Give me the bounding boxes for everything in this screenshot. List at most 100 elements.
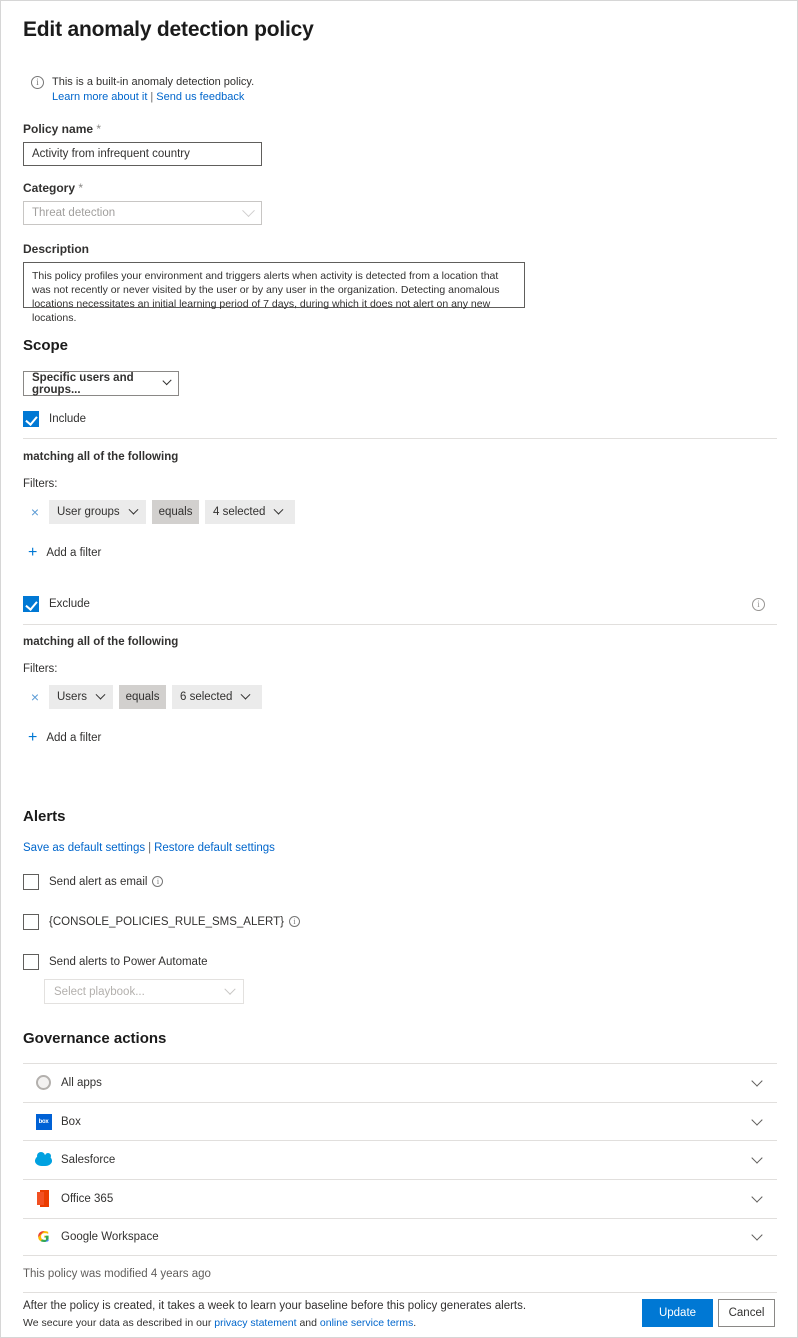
builtin-note-text: This is a built-in anomaly detection pol… (52, 76, 255, 88)
policy-name-input[interactable]: Activity from infrequent country (23, 142, 262, 166)
description-value: This policy profiles your environment an… (32, 270, 500, 324)
include-checkbox[interactable] (23, 411, 39, 427)
governance-heading: Governance actions (23, 1030, 167, 1047)
chevron-down-icon[interactable] (751, 1152, 763, 1164)
category-label-text: Category (23, 181, 76, 195)
governance-row-label: Box (61, 1115, 81, 1128)
chevron-down-icon[interactable] (751, 1229, 763, 1241)
restore-default-settings-link[interactable]: Restore default settings (154, 842, 275, 854)
exclude-filter-row: × Users equals 6 selected (27, 685, 262, 709)
include-matching-text: matching all of the following (23, 451, 179, 463)
governance-row-all-apps[interactable]: All apps (23, 1063, 777, 1102)
chevron-down-icon (224, 983, 236, 995)
send-alert-email-checkbox[interactable] (23, 874, 39, 890)
policy-name-label: Policy name * (23, 122, 101, 136)
governance-row-label: Salesforce (61, 1154, 116, 1167)
category-label: Category * (23, 181, 83, 195)
scope-heading: Scope (23, 337, 69, 354)
online-service-terms-link[interactable]: online service terms (320, 1317, 413, 1329)
governance-row-salesforce[interactable]: Salesforce (23, 1140, 777, 1179)
chevron-down-icon (95, 689, 106, 700)
policy-modified-text: This policy was modified 4 years ago (23, 1268, 211, 1280)
governance-row-google-workspace[interactable]: G Google Workspace (23, 1217, 777, 1257)
sms-alert-label: {CONSOLE_POLICIES_RULE_SMS_ALERT} i (49, 916, 301, 928)
playbook-select[interactable]: Select playbook... (44, 979, 244, 1004)
cancel-button[interactable]: Cancel (718, 1299, 775, 1327)
power-automate-row[interactable]: Send alerts to Power Automate (23, 954, 208, 970)
remove-filter-icon[interactable]: × (27, 505, 43, 519)
governance-row-label: Google Workspace (61, 1231, 159, 1244)
exclude-filter-value-text: 6 selected (180, 691, 233, 703)
policy-name-value: Activity from infrequent country (32, 148, 190, 160)
chevron-down-icon (242, 203, 255, 217)
playbook-placeholder-text: Select playbook... (54, 985, 145, 998)
remove-filter-icon[interactable]: × (27, 690, 43, 704)
all-apps-icon (35, 1074, 52, 1091)
governance-row-office365[interactable]: Office 365 (23, 1179, 777, 1218)
description-textarea[interactable]: This policy profiles your environment an… (23, 262, 525, 324)
include-checkbox-row[interactable]: Include (23, 411, 86, 427)
include-filter-field[interactable]: User groups (49, 500, 146, 524)
plus-icon: + (28, 729, 38, 746)
chevron-down-icon (240, 689, 251, 700)
exclude-filter-field[interactable]: Users (49, 685, 113, 709)
governance-row-box[interactable]: box Box (23, 1101, 777, 1141)
plus-icon: + (28, 544, 38, 561)
google-workspace-icon: G (37, 1227, 50, 1246)
edit-policy-page: Edit anomaly detection policy i This is … (0, 0, 798, 1338)
exclude-filters-label: Filters: (23, 663, 58, 675)
send-alert-email-label-text: Send alert as email (49, 876, 148, 888)
sms-alert-checkbox[interactable] (23, 914, 39, 930)
include-filter-value-text: 4 selected (213, 506, 266, 518)
governance-row-label: All apps (61, 1076, 102, 1089)
footer-privacy-mid: and (296, 1317, 320, 1329)
include-filters-label: Filters: (23, 478, 58, 490)
exclude-add-filter-button[interactable]: + Add a filter (28, 730, 101, 746)
builtin-policy-note: i This is a built-in anomaly detection p… (31, 75, 254, 105)
send-alert-email-label: Send alert as email i (49, 876, 164, 888)
builtin-note-lines: This is a built-in anomaly detection pol… (52, 75, 254, 105)
chevron-down-icon[interactable] (751, 1191, 763, 1203)
alerts-default-links: Save as default settings | Restore default… (23, 842, 275, 854)
exclude-label: Exclude (49, 598, 90, 610)
include-filter-value[interactable]: 4 selected (205, 500, 295, 524)
sms-alert-row[interactable]: {CONSOLE_POLICIES_RULE_SMS_ALERT} i (23, 914, 301, 930)
alerts-links-divider: | (148, 842, 152, 854)
page-title: Edit anomaly detection policy (23, 18, 314, 41)
learn-more-link[interactable]: Learn more about it (52, 91, 147, 103)
power-automate-checkbox[interactable] (23, 954, 39, 970)
privacy-statement-link[interactable]: privacy statement (214, 1317, 296, 1329)
send-alert-email-row[interactable]: Send alert as email i (23, 874, 164, 890)
footer-divider (23, 1292, 777, 1293)
exclude-filter-value[interactable]: 6 selected (172, 685, 262, 709)
policy-name-label-text: Policy name (23, 122, 94, 136)
update-button[interactable]: Update (642, 1299, 713, 1327)
governance-rows: All apps box Box Salesforce Office 365 G… (23, 1063, 777, 1257)
save-default-settings-link[interactable]: Save as default settings (23, 842, 145, 854)
exclude-checkbox[interactable] (23, 596, 39, 612)
office365-icon (35, 1190, 52, 1208)
chevron-down-icon[interactable] (751, 1113, 763, 1126)
chevron-down-icon (128, 504, 139, 515)
include-filter-row: × User groups equals 4 selected (27, 500, 295, 524)
salesforce-icon (35, 1151, 52, 1169)
links-divider: | (150, 91, 154, 103)
include-add-filter-button[interactable]: + Add a filter (28, 545, 101, 561)
category-dropdown[interactable]: Threat detection (23, 201, 262, 225)
exclude-divider (23, 624, 777, 625)
info-icon[interactable]: i (289, 916, 301, 927)
info-icon[interactable]: i (152, 876, 164, 887)
box-icon: box (35, 1113, 52, 1130)
exclude-checkbox-row[interactable]: Exclude (23, 596, 90, 612)
send-feedback-link[interactable]: Send us feedback (156, 91, 244, 103)
policy-name-required: * (96, 122, 102, 136)
include-label: Include (49, 413, 87, 425)
chevron-down-icon[interactable] (751, 1075, 763, 1087)
power-automate-label: Send alerts to Power Automate (49, 956, 208, 968)
footer-privacy-prefix: We secure your data as described in our (23, 1317, 215, 1329)
include-divider (23, 438, 777, 439)
info-icon: i (31, 76, 44, 89)
exclude-filter-field-value: Users (57, 691, 88, 703)
exclude-info-icon[interactable]: i (752, 598, 765, 611)
scope-selector[interactable]: Specific users and groups... (23, 371, 179, 396)
